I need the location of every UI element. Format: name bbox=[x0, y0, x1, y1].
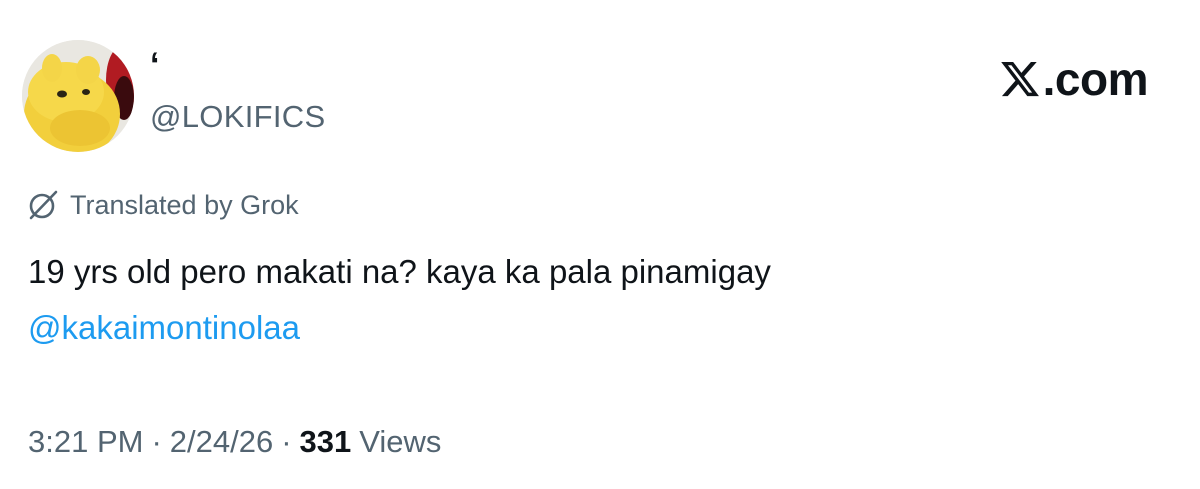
tweet-date[interactable]: 2/24/26 bbox=[170, 424, 273, 460]
brand-domain: .com bbox=[1042, 53, 1149, 105]
x-logo-icon bbox=[1000, 61, 1039, 97]
mention-link[interactable]: @kakaimontinolaa bbox=[28, 306, 300, 350]
translation-notice[interactable]: Translated by Grok bbox=[26, 188, 299, 222]
views-label: Views bbox=[359, 424, 442, 459]
meta-separator: · bbox=[151, 424, 162, 459]
translation-label: Translated by Grok bbox=[70, 189, 299, 220]
tweet-meta: 3:21 PM · 2/24/26 · 331 Views bbox=[28, 424, 441, 460]
brand-watermark: .com bbox=[999, 52, 1149, 106]
views-count[interactable]: 331 bbox=[300, 424, 352, 460]
grok-icon bbox=[29, 190, 58, 220]
avatar[interactable] bbox=[22, 40, 134, 152]
display-name[interactable]: ‘ bbox=[150, 48, 159, 82]
yellow-creature-avatar-icon bbox=[22, 40, 134, 152]
tweet-time[interactable]: 3:21 PM bbox=[28, 424, 143, 460]
tweet-text: 19 yrs old pero makati na? kaya ka pala … bbox=[28, 253, 771, 290]
meta-separator: · bbox=[281, 424, 292, 459]
author-handle[interactable]: @LOKIFICS bbox=[150, 99, 325, 135]
